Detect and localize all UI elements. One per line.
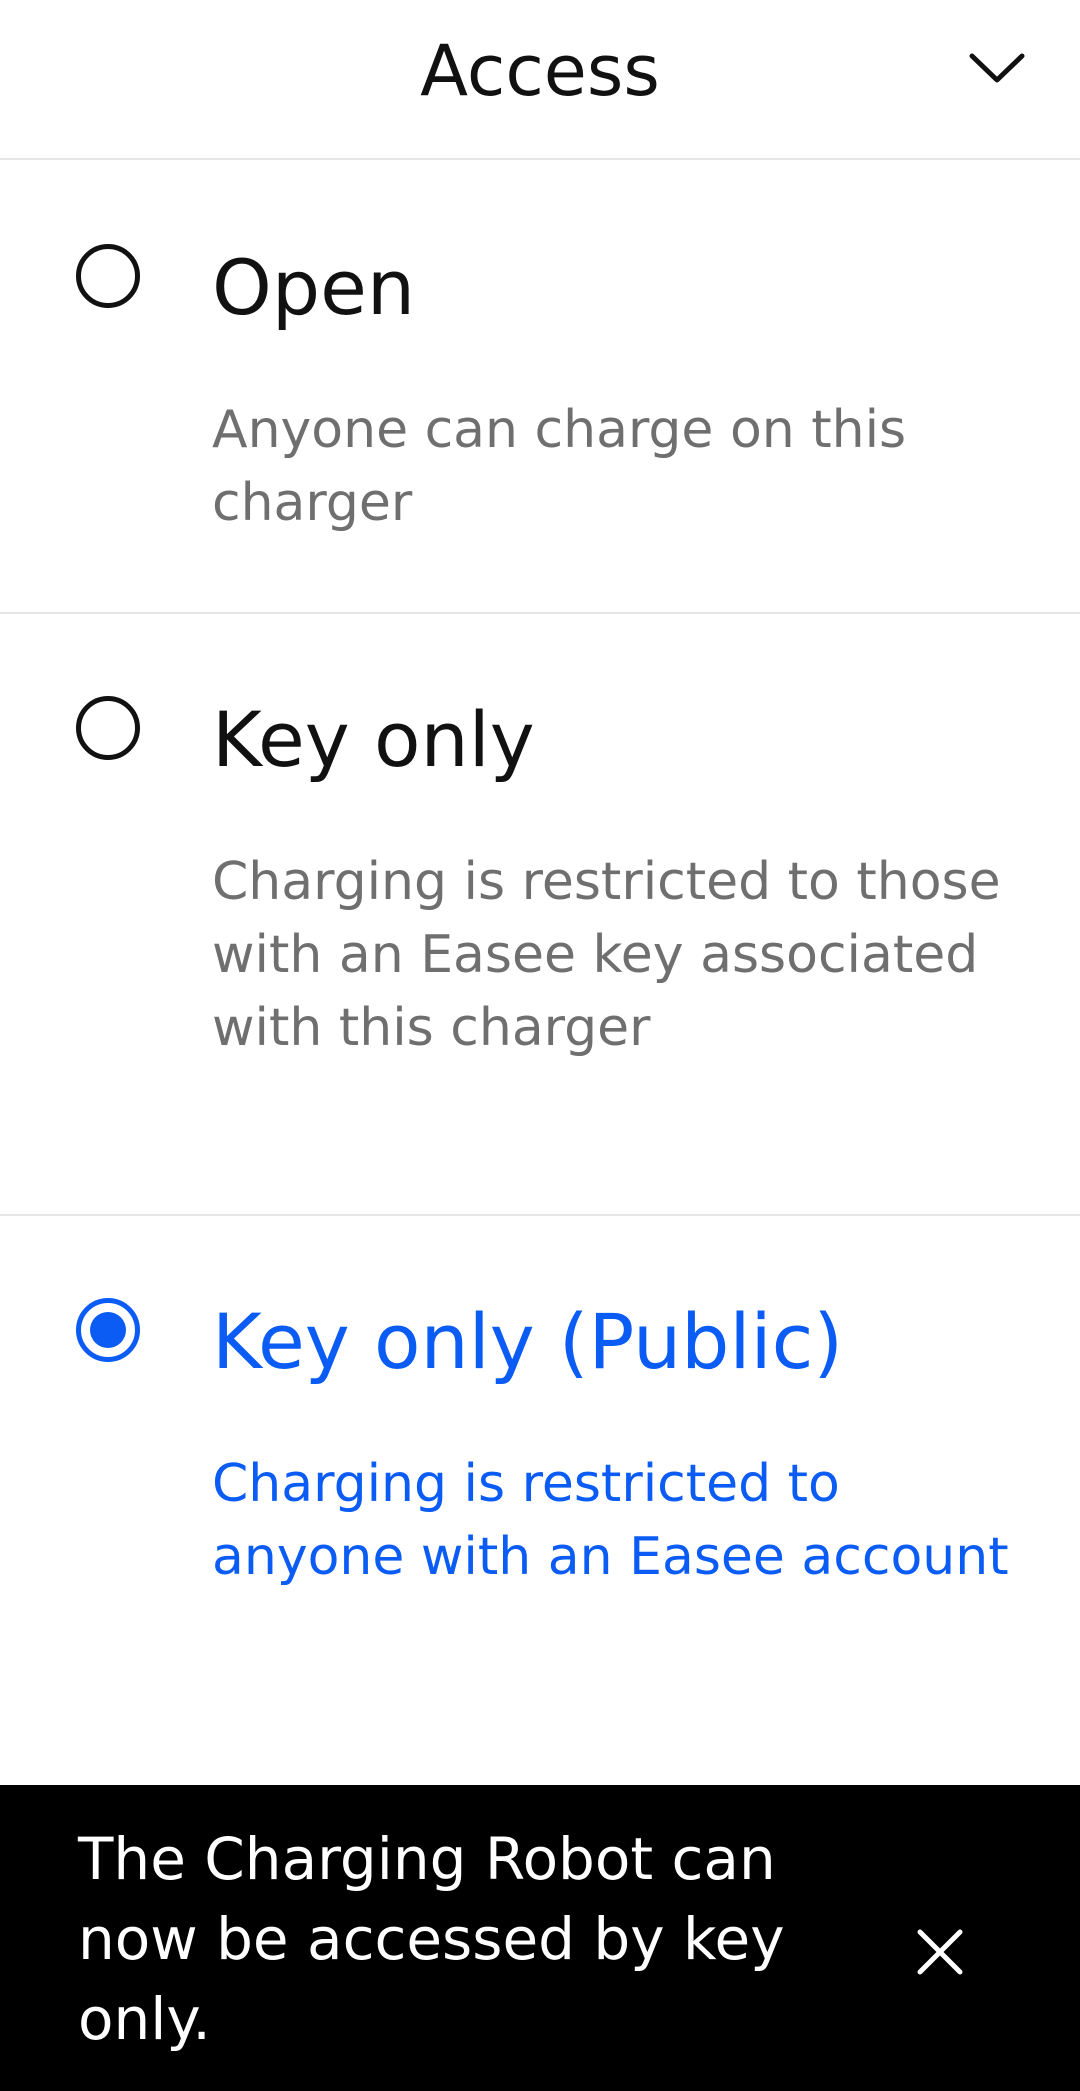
option-title: Key only (Public) [212,1297,844,1386]
sheet-header: Access [0,0,1080,160]
sheet-title: Access [420,30,660,112]
access-bottom-sheet: Access Open Anyone can charge on this ch… [0,0,1080,2091]
close-icon[interactable] [916,1928,964,1976]
option-title: Open [212,243,415,332]
option-title: Key only [212,695,535,784]
option-description: Anyone can charge on this charger [212,400,907,533]
option-key-only-public[interactable]: Key only (Public) Charging is restricted… [0,1216,1080,1776]
radio-key-only-public[interactable] [76,1298,140,1362]
option-description: Charging is restricted to anyone with an… [212,1454,1009,1587]
snackbar-message: The Charging Robot can now be accessed b… [78,1825,785,2053]
option-open[interactable]: Open Anyone can charge on this charger [0,162,1080,614]
radio-open[interactable] [76,244,140,308]
chevron-down-icon[interactable] [964,46,1030,92]
option-key-only[interactable]: Key only Charging is restricted to those… [0,614,1080,1216]
radio-key-only[interactable] [76,696,140,760]
option-description: Charging is restricted to those with an … [212,852,1001,1058]
